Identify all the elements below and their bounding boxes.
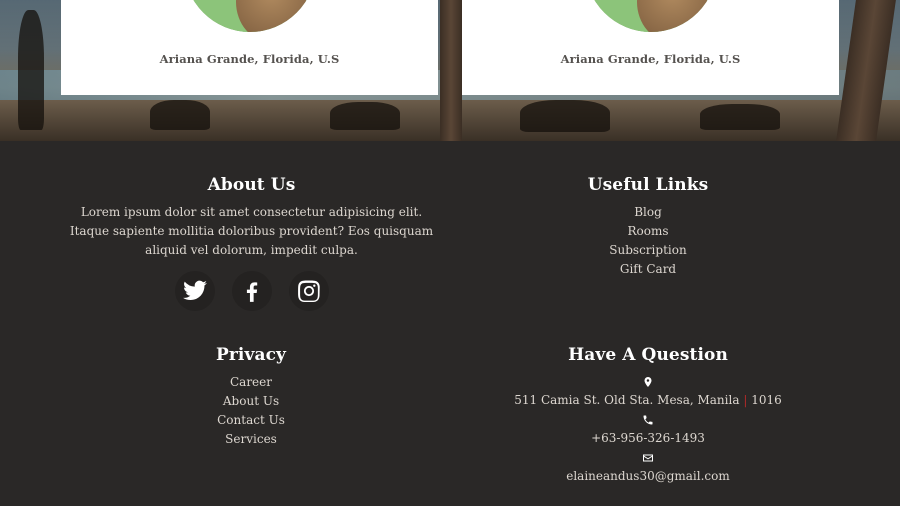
- lounge-chair: [520, 100, 610, 132]
- avatar-hair: [235, 0, 306, 32]
- contact-address: 511 Camia St. Old Sta. Mesa, Manila | 10…: [478, 391, 818, 410]
- facebook-button[interactable]: [231, 271, 272, 311]
- team-member-name: Ariana Grande, Florida, U.S: [159, 52, 340, 66]
- privacy-title: Privacy: [215, 345, 287, 365]
- contact-phone[interactable]: +63-956-326-1493: [478, 429, 818, 448]
- about-section: About Us Lorem ipsum dolor sit amet cons…: [63, 175, 440, 311]
- useful-links-title: Useful Links: [587, 175, 709, 195]
- link-rooms[interactable]: Rooms: [498, 222, 798, 241]
- privacy-section: Privacy Career About Us Contact Us Servi…: [101, 345, 401, 449]
- link-career[interactable]: Career: [101, 373, 401, 392]
- contact-title: Have A Question: [568, 345, 728, 365]
- envelope-icon: [478, 448, 818, 467]
- link-blog[interactable]: Blog: [498, 203, 798, 222]
- facebook-icon: [246, 282, 257, 302]
- contact-email[interactable]: elaineandus30@gmail.com: [478, 467, 818, 486]
- lounge-chair: [330, 102, 400, 130]
- person-silhouette: [18, 10, 44, 130]
- privacy-links-list: Career About Us Contact Us Services: [101, 373, 401, 449]
- avatar: [584, 0, 717, 32]
- avatar: [183, 0, 316, 32]
- site-footer: About Us Lorem ipsum dolor sit amet cons…: [0, 141, 900, 506]
- address-separator: |: [743, 393, 748, 407]
- team-member-name: Ariana Grande, Florida, U.S: [560, 52, 741, 66]
- link-contact-us[interactable]: Contact Us: [101, 411, 401, 430]
- social-links: [63, 271, 440, 311]
- avatar-hair: [636, 0, 707, 32]
- link-gift-card[interactable]: Gift Card: [498, 260, 798, 279]
- team-card: Ariana Grande, Florida, U.S: [462, 0, 839, 95]
- address-zip: 1016: [751, 393, 782, 407]
- palm-trunk: [440, 0, 462, 141]
- about-text: Lorem ipsum dolor sit amet consectetur a…: [69, 205, 434, 257]
- contact-section: Have A Question 511 Camia St. Old Sta. M…: [478, 345, 818, 486]
- lounge-chair: [150, 100, 210, 130]
- contact-list: 511 Camia St. Old Sta. Mesa, Manila | 10…: [478, 372, 818, 486]
- link-services[interactable]: Services: [101, 430, 401, 449]
- instagram-button[interactable]: [288, 271, 329, 311]
- lounge-chair: [700, 104, 780, 130]
- link-about-us[interactable]: About Us: [101, 392, 401, 411]
- link-subscription[interactable]: Subscription: [498, 241, 798, 260]
- map-marker-icon: [478, 372, 818, 391]
- twitter-button[interactable]: [174, 271, 215, 311]
- useful-links-section: Useful Links Blog Rooms Subscription Gif…: [498, 175, 798, 279]
- useful-links-list: Blog Rooms Subscription Gift Card: [498, 203, 798, 279]
- instagram-icon: [297, 280, 320, 303]
- about-title: About Us: [207, 175, 296, 195]
- twitter-icon: [182, 280, 207, 300]
- team-card: Ariana Grande, Florida, U.S: [61, 0, 438, 95]
- phone-icon: [478, 410, 818, 429]
- address-street: 511 Camia St. Old Sta. Mesa, Manila: [514, 393, 740, 407]
